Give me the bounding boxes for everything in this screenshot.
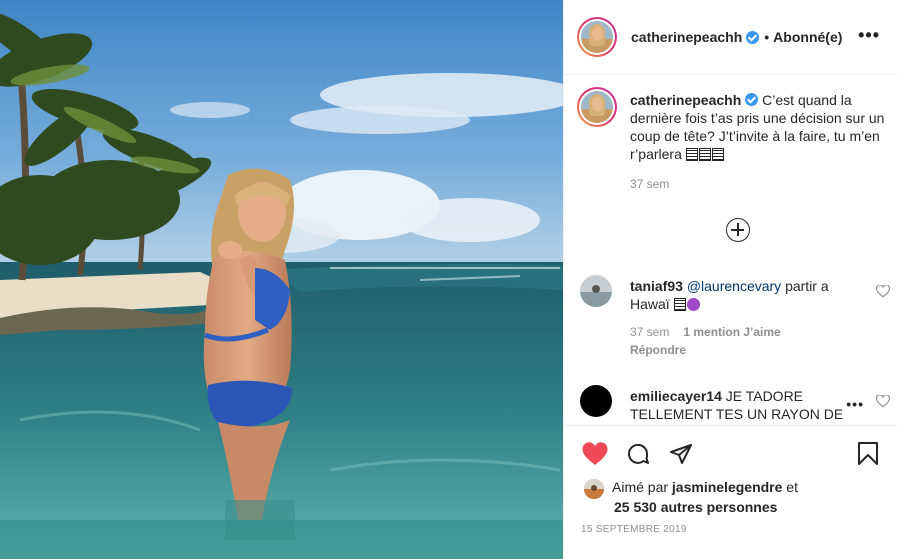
verified-icon (746, 30, 760, 44)
heart-icon[interactable] (876, 285, 890, 298)
reply-button[interactable]: Répondre (630, 343, 686, 357)
liker-username[interactable]: jasminelegendre (672, 479, 783, 495)
emoji-glyphs (685, 146, 725, 162)
author-avatar[interactable] (577, 17, 617, 57)
author-username[interactable]: catherinepeachh (631, 29, 742, 45)
post-actions: Aimé par jasminelegendre et 25 530 autre… (564, 425, 897, 559)
emoji-glyph (673, 298, 686, 311)
caption-avatar[interactable] (577, 87, 617, 127)
commenter-avatar[interactable] (580, 385, 612, 417)
post-header: catherinepeachh • Abonné(e) ••• (564, 0, 897, 75)
verified-icon (745, 93, 759, 106)
beach-photo (0, 0, 563, 559)
follow-status-button[interactable]: Abonné(e) (773, 29, 842, 45)
separator-dot: • (764, 29, 770, 45)
comment-text: taniaf93 @laurencevary partir a Hawaï (630, 277, 858, 313)
share-icon[interactable] (669, 442, 693, 466)
post-date[interactable]: 15 SEPTEMBRE 2019 (581, 524, 687, 535)
instagram-post: catherinepeachh • Abonné(e) ••• catherin… (0, 0, 897, 559)
comment-username[interactable]: taniaf93 (630, 278, 683, 294)
comment-mention[interactable]: @laurencevary (687, 278, 781, 294)
comment-options-button[interactable]: ••• (846, 397, 864, 411)
commenter-avatar[interactable] (580, 275, 612, 307)
caption-timestamp[interactable]: 37 sem (630, 177, 669, 191)
post-photo[interactable] (0, 0, 563, 559)
comment-icon[interactable] (626, 442, 650, 466)
caption-body: catherinepeachh C’est quand la dernière … (630, 91, 888, 163)
emoji-glyph-person (686, 298, 700, 311)
plus-circle-icon[interactable] (726, 218, 750, 242)
likes-suffix: et (782, 479, 798, 495)
likes-line-1: Aimé par jasminelegendre et (612, 477, 798, 497)
likes-prefix: Aimé par (612, 479, 672, 495)
author-info: catherinepeachh • Abonné(e) (631, 29, 842, 45)
caption-username[interactable]: catherinepeachh (630, 92, 741, 108)
comment-username[interactable]: emiliecayer14 (630, 388, 722, 404)
heart-icon[interactable] (876, 395, 890, 408)
comment-timestamp[interactable]: 37 sem (630, 325, 669, 339)
comments-section: catherinepeachh C’est quand la dernière … (564, 75, 897, 425)
post-side-panel: catherinepeachh • Abonné(e) ••• catherin… (563, 0, 897, 559)
comment-text: emiliecayer14 JE TADORE TELLEMENT TES UN… (630, 387, 858, 423)
likes-others[interactable]: 25 530 autres personnes (614, 497, 777, 517)
comment-meta: 37 sem 1 mention J’aime (630, 325, 781, 339)
heart-icon[interactable] (582, 442, 608, 466)
more-options-button[interactable]: ••• (858, 26, 880, 44)
bookmark-icon[interactable] (857, 441, 879, 466)
liker-avatar[interactable] (584, 479, 604, 499)
comment-likes[interactable]: 1 mention J’aime (683, 325, 780, 339)
